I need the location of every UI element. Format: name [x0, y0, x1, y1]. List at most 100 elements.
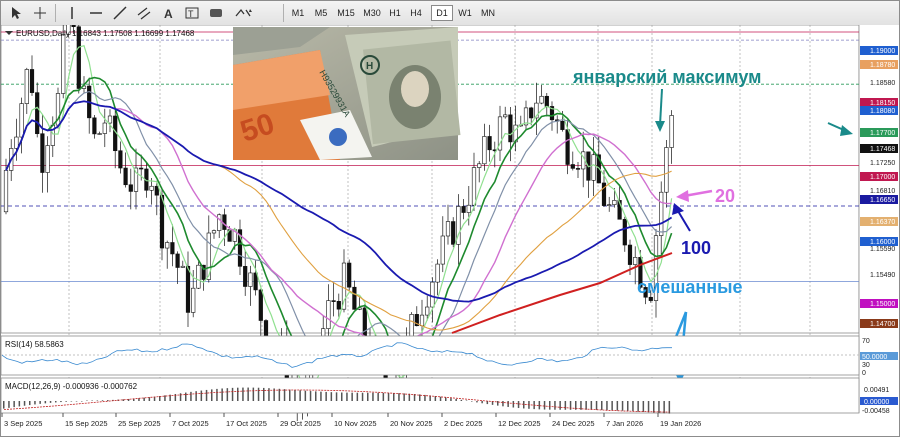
date-label: 7 Jan 2026 — [606, 419, 643, 428]
price-label: 1.15000 — [870, 301, 895, 308]
candle-body — [185, 265, 191, 313]
macd-bar — [278, 388, 281, 401]
candle-body — [430, 281, 435, 308]
macd-bar — [653, 401, 655, 413]
candle-body — [29, 69, 35, 93]
macd-bar — [606, 401, 608, 411]
macd-bar — [242, 387, 244, 401]
rsi-level-70: 70 — [862, 338, 870, 345]
candle-body — [539, 95, 544, 104]
macd-bar — [471, 401, 473, 402]
macd-bar — [101, 400, 104, 401]
candle-body — [648, 296, 653, 301]
timeframe-m15[interactable]: M15 — [335, 5, 357, 21]
timeframe-m5[interactable]: M5 — [312, 5, 330, 21]
candle-body — [211, 230, 217, 234]
candle-body — [669, 115, 674, 148]
date-label: 20 Nov 2025 — [390, 419, 433, 428]
macd-bar — [361, 392, 364, 401]
timeframe-m30[interactable]: M30 — [361, 5, 383, 21]
candle-body — [440, 235, 445, 265]
macd-bar — [632, 401, 634, 412]
candle-body — [107, 115, 113, 124]
label-icon[interactable]: T — [181, 4, 203, 22]
timeframe-mn[interactable]: MN — [478, 5, 498, 21]
svg-text:T: T — [188, 9, 194, 19]
candle-body — [529, 107, 534, 119]
trendline-icon[interactable] — [109, 4, 131, 22]
macd-bar — [190, 391, 192, 401]
candle-body — [165, 242, 170, 249]
macd-bar — [455, 398, 457, 401]
macd-bar — [179, 393, 182, 401]
candle-body — [258, 289, 263, 321]
price-label: 1.16650 — [870, 197, 895, 204]
candle-body — [487, 136, 492, 151]
candle-body — [659, 191, 664, 236]
macd-bar — [70, 401, 73, 402]
candle-body — [591, 154, 596, 181]
price-label: 1.16000 — [870, 239, 895, 246]
price-label: 1.18780 — [870, 62, 895, 69]
macd-bar — [216, 388, 218, 401]
horizontal-line-icon[interactable] — [85, 4, 107, 22]
timeframe-w1[interactable]: W1 — [456, 5, 474, 21]
macd-bar — [205, 389, 208, 401]
macd-bar — [221, 388, 223, 401]
macd-bar — [247, 387, 249, 401]
macd-bar — [252, 387, 255, 401]
text-icon[interactable]: A — [157, 4, 179, 22]
jan-high-annotation: январский максимум — [572, 67, 761, 87]
candle-body — [461, 206, 466, 213]
rsi-level-50: 50.0000 — [862, 354, 887, 361]
candle-body — [352, 286, 357, 310]
price-label: 1.15490 — [870, 272, 895, 279]
timeframe-m1[interactable]: M1 — [289, 5, 307, 21]
macd-bar — [185, 392, 187, 401]
price-chart[interactable]: EURUSD,Daily 1.16843 1.17508 1.16699 1.1… — [0, 25, 900, 437]
macd-bar — [231, 387, 234, 401]
timeframe-h1[interactable]: H1 — [387, 5, 403, 21]
candle-body — [92, 117, 97, 135]
macd-bar — [107, 400, 109, 401]
candle-body — [243, 266, 248, 287]
cursor-icon[interactable] — [5, 4, 27, 22]
candle-body — [612, 200, 617, 205]
candle-body — [40, 133, 45, 173]
price-label: 1.16370 — [870, 219, 895, 226]
macd-bar — [549, 401, 551, 410]
arrows-icon[interactable] — [233, 4, 255, 22]
price-label: 1.18580 — [870, 80, 895, 87]
macd-level-low: -0.00458 — [862, 408, 890, 415]
macd-bar — [226, 388, 229, 401]
vertical-line-icon[interactable] — [61, 4, 83, 22]
macd-bar — [398, 393, 400, 401]
crosshair-icon[interactable] — [29, 4, 51, 22]
ma20-annotation: 20 — [715, 186, 735, 206]
date-label: 12 Dec 2025 — [498, 419, 541, 428]
date-label: 3 Sep 2025 — [4, 419, 42, 428]
macd-bar — [559, 401, 561, 410]
macd-bar — [382, 392, 385, 401]
candle-body — [560, 120, 565, 130]
timeframe-d1[interactable]: D1 — [431, 5, 453, 21]
macd-bar — [367, 392, 369, 401]
date-label: 19 Jan 2026 — [660, 419, 701, 428]
macd-bar — [439, 396, 442, 401]
candle-body — [102, 122, 107, 134]
price-label: 1.17468 — [870, 146, 895, 153]
macd-bar — [346, 392, 348, 401]
svg-text:H: H — [366, 61, 373, 72]
macd-bar — [81, 401, 83, 402]
candle-body — [196, 264, 201, 289]
date-label: 17 Oct 2025 — [226, 419, 267, 428]
candle-body — [118, 150, 123, 169]
macd-bar — [39, 401, 41, 404]
macd-bar — [257, 387, 260, 401]
macd-bar — [637, 401, 639, 412]
candle-body — [149, 185, 154, 191]
shapes-icon[interactable] — [205, 4, 227, 22]
macd-bar — [543, 401, 546, 410]
channel-icon[interactable] — [133, 4, 155, 22]
timeframe-h4[interactable]: H4 — [408, 5, 424, 21]
